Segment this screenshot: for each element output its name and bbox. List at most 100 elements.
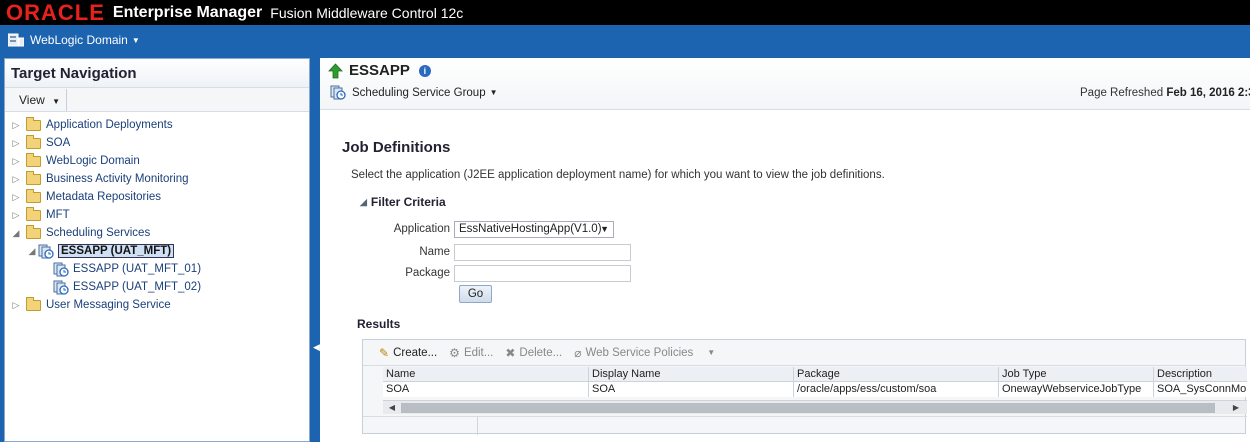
view-menu-button[interactable]: View ▼ (11, 89, 67, 111)
domain-icon (8, 33, 24, 47)
expand-icon[interactable]: ▷ (10, 138, 22, 149)
chevron-down-icon: ▼ (131, 35, 140, 45)
tree-item-essapp-uat-mft-01[interactable]: ESSAPP (UAT_MFT_01) (5, 260, 309, 278)
product-title: Enterprise Manager (112, 3, 263, 21)
expand-icon[interactable]: ▷ (10, 210, 22, 221)
tree-item-bam[interactable]: ▷ Business Activity Monitoring (5, 170, 309, 188)
collapse-panel-icon[interactable]: ◀ (313, 340, 320, 354)
expand-icon[interactable]: ▷ (10, 174, 22, 185)
delete-button[interactable]: ✖ Delete... (505, 346, 562, 360)
status-up-icon (328, 62, 343, 78)
refreshed-value: Feb 16, 2016 2:3 (1166, 87, 1250, 99)
name-input[interactable] (454, 244, 631, 261)
page-title: ESSAPP i (328, 62, 431, 79)
folder-icon (26, 188, 41, 203)
tree-item-label: ESSAPP (UAT_MFT_01) (73, 263, 202, 275)
expand-icon[interactable]: ▷ (10, 156, 22, 167)
table-header-row: Name Display Name Package Job Type Descr… (383, 367, 1247, 382)
refreshed-label: Page Refreshed (1080, 87, 1164, 99)
folder-icon (26, 152, 41, 167)
page-refreshed: Page Refreshed Feb 16, 2016 2:3 (1080, 87, 1250, 99)
scroll-right-icon[interactable]: ▶ (1229, 401, 1243, 415)
table-row[interactable]: SOA SOA /oracle/apps/ess/custom/soa Onew… (383, 382, 1247, 397)
oracle-logo: ORACLE (6, 0, 105, 25)
policies-label: Web Service Policies (585, 346, 694, 359)
collapse-icon[interactable]: ◢ (26, 246, 38, 257)
job-definitions-region: Job Definitions Select the application (… (320, 111, 1250, 442)
tree-item-label: Scheduling Services (46, 227, 151, 239)
group-menu-label: Scheduling Service Group (352, 86, 486, 99)
tree-item-weblogic-domain[interactable]: ▷ WebLogic Domain (5, 152, 309, 170)
footer-divider (477, 417, 478, 435)
tree-item-essapp-uat-mft-02[interactable]: ESSAPP (UAT_MFT_02) (5, 278, 309, 296)
application-select-value: EssNativeHostingApp(V1.0) (459, 223, 602, 235)
tree-item-label: ESSAPP (UAT_MFT) (58, 244, 175, 258)
scrollbar-thumb[interactable] (401, 403, 1215, 413)
filter-criteria-label: Filter Criteria (370, 195, 446, 209)
expand-icon[interactable]: ▷ (10, 300, 22, 311)
edit-label: Edit... (463, 346, 494, 359)
folder-icon (26, 206, 41, 221)
name-label: Name (419, 246, 450, 258)
page-title-text: ESSAPP (349, 62, 410, 79)
results-title: Results (357, 317, 401, 331)
tree-item-application-deployments[interactable]: ▷ Application Deployments (5, 116, 309, 134)
application-select[interactable]: EssNativeHostingApp(V1.0) ▼ (454, 221, 614, 238)
tree-item-metadata-repositories[interactable]: ▷ Metadata Repositories (5, 188, 309, 206)
tree-item-label: User Messaging Service (46, 299, 171, 311)
create-button[interactable]: ✎ Create... (379, 346, 437, 360)
tree-item-user-messaging-service[interactable]: ▷ User Messaging Service (5, 296, 309, 314)
web-service-policies-button[interactable]: ⌀ Web Service Policies ▼ (574, 346, 715, 360)
cell-display-name: SOA (589, 382, 794, 397)
horizontal-scrollbar[interactable]: ◀ ▶ (383, 400, 1247, 414)
tree-item-soa[interactable]: ▷ SOA (5, 134, 309, 152)
scheduling-service-icon (38, 244, 54, 259)
expand-icon[interactable]: ▷ (10, 192, 22, 203)
chevron-down-icon: ▼ (707, 348, 716, 357)
tree-item-scheduling-services[interactable]: ◢ Scheduling Services (5, 224, 309, 242)
tree-item-label: Application Deployments (46, 119, 173, 131)
column-header-package[interactable]: Package (794, 367, 999, 381)
expand-icon[interactable]: ▷ (10, 120, 22, 131)
application-label: Application (393, 223, 450, 235)
panel-splitter[interactable] (312, 58, 320, 442)
info-icon[interactable]: i (418, 64, 431, 77)
edit-button[interactable]: ⚙ Edit... (449, 346, 493, 360)
column-header-description[interactable]: Description (1154, 367, 1247, 381)
delete-label: Delete... (519, 346, 563, 359)
go-button[interactable]: Go (459, 285, 492, 303)
collapse-icon[interactable]: ◢ (10, 228, 22, 239)
cell-description: SOA_SysConnMon (1157, 383, 1247, 395)
edit-icon: ⚙ (449, 345, 460, 360)
scheduling-service-group-menu[interactable]: Scheduling Service Group ▼ (330, 85, 498, 100)
folder-icon (26, 170, 41, 185)
policy-icon: ⌀ (574, 345, 582, 360)
scheduling-service-icon (53, 262, 69, 277)
tree-item-label: Business Activity Monitoring (46, 173, 189, 185)
product-subtitle: Fusion Middleware Control 12c (270, 4, 464, 21)
folder-icon (26, 224, 41, 239)
top-header: ORACLE Enterprise Manager Fusion Middlew… (0, 0, 1250, 25)
collapse-icon[interactable]: ◢ (360, 197, 367, 208)
weblogic-domain-menu[interactable]: WebLogic Domain ▼ (8, 33, 140, 47)
results-table: Name Display Name Package Job Type Descr… (383, 367, 1247, 397)
column-header-job-type[interactable]: Job Type (999, 367, 1154, 381)
column-header-name[interactable]: Name (383, 367, 589, 381)
filter-criteria-header[interactable]: ◢ Filter Criteria (360, 195, 446, 209)
scroll-left-icon[interactable]: ◀ (385, 401, 399, 415)
tree-item-label: WebLogic Domain (46, 155, 140, 167)
column-header-display-name[interactable]: Display Name (589, 367, 794, 381)
cell-job-type: OnewayWebserviceJobType (999, 382, 1154, 397)
main-content: ESSAPP i Scheduling Service Group ▼ Page… (320, 58, 1250, 442)
weblogic-domain-label: WebLogic Domain (30, 33, 128, 47)
chevron-down-icon: ▼ (489, 88, 498, 97)
tree-item-mft[interactable]: ▷ MFT (5, 206, 309, 224)
results-table-region: ✎ Create... ⚙ Edit... ✖ Delete... ⌀ Web … (362, 339, 1247, 435)
create-label: Create... (393, 346, 438, 359)
chevron-down-icon: ▼ (52, 97, 61, 106)
tree-item-label: MFT (46, 209, 70, 221)
nav-toolbar: View ▼ (5, 88, 309, 112)
package-input[interactable] (454, 265, 631, 282)
target-navigation-panel: Target Navigation View ▼ ▷ Application D… (4, 58, 310, 442)
tree-item-essapp-uat-mft[interactable]: ◢ ESSAPP (UAT_MFT) (5, 242, 309, 260)
